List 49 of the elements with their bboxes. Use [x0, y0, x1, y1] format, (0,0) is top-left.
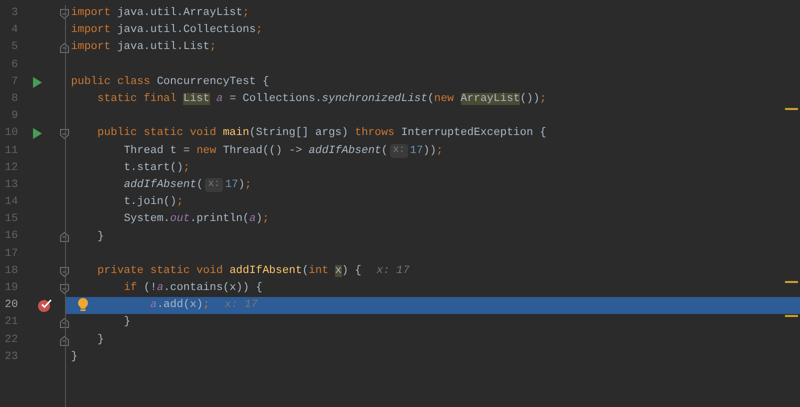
line-number: 18 [4, 264, 18, 279]
run-icon[interactable] [33, 128, 42, 140]
code-text: if (!a.contains(x)) { [124, 281, 262, 296]
code-text: public static void main(String[] args) throws InterruptedException { [97, 126, 546, 142]
code-text: static final List a = Collections.synchronizedList(new ArrayList()); [97, 92, 546, 108]
line-number: 14 [4, 195, 18, 210]
line-number: 19 [4, 281, 18, 296]
inline-value: x: 17 [376, 264, 410, 279]
code-text: import java.util.Collections; [71, 23, 262, 38]
code-text: } [71, 350, 78, 365]
line-number: 5 [11, 40, 18, 56]
line-number: 15 [4, 212, 18, 228]
parameter-hint: x: [390, 144, 408, 158]
code-text: t.join(); [124, 195, 184, 210]
line-number: 12 [4, 160, 18, 176]
run-icon[interactable] [33, 76, 42, 88]
breakpoint-icon[interactable] [38, 299, 52, 312]
lightbulb-icon[interactable] [78, 298, 88, 312]
line-number: 13 [4, 178, 18, 193]
line-number: 20 [4, 298, 18, 314]
inline-value: x: 17 [224, 298, 258, 314]
code-text: t.start(); [124, 160, 190, 176]
line-number: 7 [11, 74, 18, 90]
line-number: 21 [4, 315, 18, 330]
line-number: 8 [11, 92, 18, 107]
code-text: private static void addIfAbsent(int x) { [97, 264, 362, 279]
code-text: a.add(x); [150, 298, 210, 314]
code-text: 17); [225, 178, 252, 193]
code-text: public class ConcurrencyTest { [71, 74, 270, 90]
line-number: 23 [4, 350, 18, 365]
code-text: } [124, 315, 130, 330]
line-number: 4 [11, 23, 18, 38]
code-text: System.out.println(a); [124, 212, 270, 228]
code-text: 17)); [410, 144, 443, 159]
code-text: Thread t = new Thread(() -> addIfAbsent( [124, 144, 388, 159]
line-number: 11 [4, 144, 18, 158]
line-number: 22 [4, 332, 18, 348]
parameter-hint: x: [205, 178, 224, 192]
line-number: 3 [11, 6, 18, 21]
line-number: 9 [11, 109, 18, 124]
code-text: import java.util.List; [71, 40, 216, 56]
code-text: } [97, 332, 104, 348]
line-number: 16 [4, 229, 18, 244]
line-number: 10 [4, 126, 18, 142]
line-number: 17 [4, 246, 18, 262]
code-text: } [97, 230, 104, 245]
code-text: addIfAbsent( [124, 178, 204, 193]
line-number: 6 [11, 58, 18, 73]
code-text: import java.util.ArrayList; [71, 6, 250, 22]
